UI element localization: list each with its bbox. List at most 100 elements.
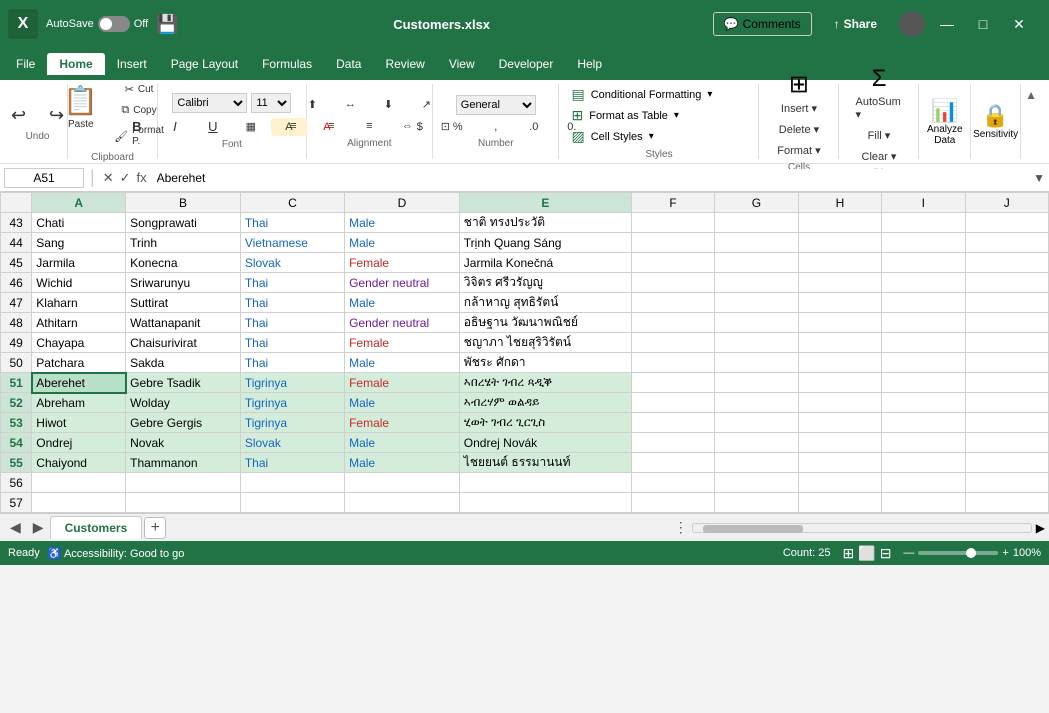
scroll-right-button[interactable]: ▶ bbox=[1036, 521, 1045, 535]
table-cell[interactable]: Male bbox=[345, 213, 460, 233]
table-cell[interactable]: Abreham bbox=[32, 393, 126, 413]
table-cell[interactable] bbox=[715, 353, 798, 373]
table-cell[interactable] bbox=[882, 413, 965, 433]
align-top-button[interactable]: ⬆ bbox=[294, 95, 330, 114]
table-cell[interactable] bbox=[798, 253, 881, 273]
minimize-button[interactable]: — bbox=[933, 16, 961, 32]
table-cell[interactable] bbox=[32, 493, 126, 513]
table-cell[interactable] bbox=[798, 413, 881, 433]
zoom-control[interactable]: — + 100% bbox=[903, 547, 1041, 559]
align-center-button[interactable]: ≡ bbox=[313, 117, 349, 136]
format-cells-button[interactable]: Format ▾ bbox=[771, 141, 826, 160]
sheet-nav-left[interactable]: ◀ bbox=[4, 519, 27, 536]
table-cell[interactable] bbox=[631, 473, 714, 493]
table-cell[interactable]: อธิษฐาน วัฒนาพณิชย์ bbox=[459, 313, 631, 333]
row-number[interactable]: 43 bbox=[1, 213, 32, 233]
table-cell[interactable] bbox=[798, 433, 881, 453]
row-number[interactable]: 44 bbox=[1, 233, 32, 253]
table-cell[interactable]: Slovak bbox=[240, 433, 344, 453]
formula-input[interactable] bbox=[153, 169, 1029, 187]
table-cell[interactable]: ኣበረሄት ገብረ ጻዲቕ bbox=[459, 373, 631, 393]
increase-decimal-button[interactable]: .0 bbox=[516, 118, 552, 136]
align-right-button[interactable]: ≡ bbox=[351, 117, 387, 136]
table-cell[interactable] bbox=[798, 333, 881, 353]
table-cell[interactable] bbox=[798, 213, 881, 233]
table-cell[interactable]: Gebre Tsadik bbox=[126, 373, 241, 393]
table-cell[interactable]: Male bbox=[345, 293, 460, 313]
tab-view[interactable]: View bbox=[437, 53, 487, 75]
table-cell[interactable] bbox=[631, 293, 714, 313]
table-cell[interactable]: Slovak bbox=[240, 253, 344, 273]
table-cell[interactable]: Songprawati bbox=[126, 213, 241, 233]
confirm-formula-button[interactable]: ✓ bbox=[118, 170, 133, 186]
table-cell[interactable]: Thai bbox=[240, 213, 344, 233]
delete-cells-button[interactable]: Delete ▾ bbox=[771, 120, 826, 139]
table-cell[interactable]: Tigrinya bbox=[240, 413, 344, 433]
collapse-ribbon-button[interactable]: ▲ bbox=[1021, 84, 1041, 159]
row-number[interactable]: 47 bbox=[1, 293, 32, 313]
comma-button[interactable]: , bbox=[478, 118, 514, 136]
table-cell[interactable]: Chaisurivirat bbox=[126, 333, 241, 353]
table-cell[interactable] bbox=[715, 413, 798, 433]
cancel-formula-button[interactable]: ✕ bbox=[101, 170, 116, 186]
table-cell[interactable] bbox=[965, 393, 1048, 413]
table-cell[interactable] bbox=[715, 313, 798, 333]
comments-button[interactable]: 💬 Comments bbox=[713, 12, 812, 36]
user-avatar[interactable] bbox=[899, 11, 925, 37]
table-cell[interactable] bbox=[715, 233, 798, 253]
table-cell[interactable]: Female bbox=[345, 333, 460, 353]
table-cell[interactable] bbox=[965, 253, 1048, 273]
table-cell[interactable]: ชญาภา ไชยสุริวิรัตน์ bbox=[459, 333, 631, 353]
table-cell[interactable] bbox=[965, 373, 1048, 393]
table-cell[interactable]: ชาติ ทรงประวัติ bbox=[459, 213, 631, 233]
table-cell[interactable]: Novak bbox=[126, 433, 241, 453]
page-break-view-button[interactable]: ⊟ bbox=[880, 545, 892, 562]
table-cell[interactable]: Gebre Gergis bbox=[126, 413, 241, 433]
insert-function-button[interactable]: fx bbox=[135, 170, 149, 186]
table-cell[interactable] bbox=[345, 473, 460, 493]
horizontal-scrollbar[interactable] bbox=[692, 523, 1032, 533]
table-cell[interactable] bbox=[126, 473, 241, 493]
table-cell[interactable]: Thai bbox=[240, 313, 344, 333]
col-header-J[interactable]: J bbox=[965, 193, 1048, 213]
table-cell[interactable] bbox=[715, 253, 798, 273]
border-button[interactable]: ▦ bbox=[233, 117, 269, 136]
table-cell[interactable] bbox=[798, 393, 881, 413]
col-header-H[interactable]: H bbox=[798, 193, 881, 213]
tab-developer[interactable]: Developer bbox=[487, 53, 566, 75]
table-cell[interactable]: Female bbox=[345, 253, 460, 273]
table-cell[interactable]: Ondrej bbox=[32, 433, 126, 453]
row-number[interactable]: 45 bbox=[1, 253, 32, 273]
table-cell[interactable] bbox=[715, 493, 798, 513]
paste-button[interactable]: 📋 Paste bbox=[55, 80, 106, 134]
table-cell[interactable]: กล้าหาญ สุทธิรัตน์ bbox=[459, 293, 631, 313]
table-cell[interactable]: Patchara bbox=[32, 353, 126, 373]
col-header-G[interactable]: G bbox=[715, 193, 798, 213]
table-cell[interactable] bbox=[631, 233, 714, 253]
table-cell[interactable] bbox=[882, 393, 965, 413]
col-header-B[interactable]: B bbox=[126, 193, 241, 213]
sheet-options-icon[interactable]: ⋮ bbox=[674, 519, 688, 536]
table-cell[interactable]: Hiwot bbox=[32, 413, 126, 433]
table-cell[interactable]: Wichid bbox=[32, 273, 126, 293]
row-number[interactable]: 54 bbox=[1, 433, 32, 453]
table-cell[interactable]: Female bbox=[345, 413, 460, 433]
table-cell[interactable] bbox=[798, 373, 881, 393]
table-cell[interactable]: Male bbox=[345, 453, 460, 473]
table-cell[interactable] bbox=[631, 413, 714, 433]
table-cell[interactable]: Male bbox=[345, 433, 460, 453]
conditional-formatting-button[interactable]: ▤ Conditional Formatting ▾ bbox=[567, 84, 750, 105]
cell-styles-button[interactable]: ▨ Cell Styles ▾ bbox=[567, 126, 750, 147]
table-cell[interactable]: Male bbox=[345, 233, 460, 253]
tab-page-layout[interactable]: Page Layout bbox=[159, 53, 250, 75]
table-cell[interactable] bbox=[631, 213, 714, 233]
table-cell[interactable] bbox=[631, 433, 714, 453]
share-button[interactable]: ↑ Share bbox=[820, 11, 891, 37]
row-number[interactable]: 57 bbox=[1, 493, 32, 513]
font-name-select[interactable]: Calibri bbox=[172, 93, 247, 113]
normal-view-button[interactable]: ⊞ bbox=[843, 545, 855, 562]
table-cell[interactable]: Konecna bbox=[126, 253, 241, 273]
save-icon[interactable]: 💾 bbox=[156, 14, 178, 35]
table-cell[interactable]: Thammanon bbox=[126, 453, 241, 473]
bold-button[interactable]: B bbox=[119, 116, 155, 137]
